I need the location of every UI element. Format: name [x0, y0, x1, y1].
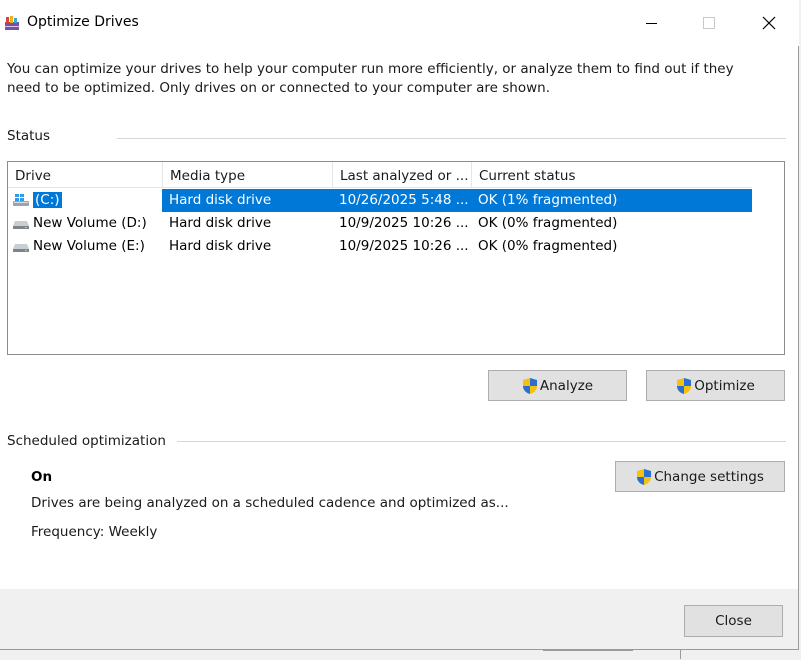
drive-name: New Volume (E:): [33, 238, 145, 254]
hard-drive-icon: [13, 221, 29, 229]
column-header-last-analyzed[interactable]: Last analyzed or ...: [332, 162, 471, 187]
current-status-cell: OK (0% fragmented): [478, 238, 618, 254]
drives-list-header: Drive Media type Last analyzed or ... Cu…: [8, 162, 752, 188]
column-header-current-status[interactable]: Current status: [471, 162, 752, 187]
close-window-button[interactable]: [740, 0, 798, 46]
uac-shield-icon: [677, 377, 692, 394]
close-label: Close: [715, 613, 752, 629]
schedule-divider: [177, 441, 786, 442]
drives-list[interactable]: Drive Media type Last analyzed or ... Cu…: [7, 161, 785, 355]
title-bar[interactable]: Optimize Drives: [0, 0, 799, 46]
status-group-label: Status: [7, 128, 51, 144]
drive-row-e[interactable]: New Volume (E:) Hard disk drive 10/9/202…: [8, 235, 752, 258]
drive-row-d[interactable]: New Volume (D:) Hard disk drive 10/9/202…: [8, 212, 752, 235]
intro-text: You can optimize your drives to help you…: [7, 61, 734, 96]
change-settings-label: Change settings: [654, 468, 764, 485]
column-header-drive[interactable]: Drive: [8, 162, 162, 187]
uac-shield-icon: [522, 377, 537, 394]
analyze-label: Analyze: [539, 377, 594, 394]
last-analyzed-cell: 10/9/2025 10:26 ...: [339, 238, 469, 254]
drive-name: New Volume (D:): [33, 215, 147, 231]
last-analyzed-cell: 10/26/2025 5:48 ...: [332, 189, 471, 212]
analyze-button[interactable]: Analyze: [488, 370, 627, 401]
status-divider: [117, 138, 786, 139]
close-icon: [762, 16, 776, 30]
maximize-button: [680, 0, 738, 46]
current-status-cell: OK (0% fragmented): [478, 215, 618, 231]
schedule-frequency: Frequency: Weekly: [31, 524, 158, 540]
drive-cell: New Volume (D:): [8, 212, 162, 235]
maximize-icon: [703, 17, 715, 29]
drive-cell: New Volume (E:): [8, 235, 162, 258]
schedule-state: On: [31, 469, 53, 485]
hard-drive-icon: [13, 244, 29, 252]
schedule-description: Drives are being analyzed on a scheduled…: [31, 495, 509, 511]
minimize-button[interactable]: [622, 0, 680, 46]
dialog-footer: [0, 589, 798, 649]
media-type-cell: Hard disk drive: [169, 238, 272, 254]
minimize-icon: [645, 22, 657, 24]
background-window-edge: [680, 650, 681, 659]
drive-cell: (C:): [8, 189, 162, 212]
last-analyzed-cell: 10/9/2025 10:26 ...: [339, 215, 469, 231]
windows-drive-icon: [13, 194, 29, 206]
uac-shield-icon: [637, 468, 652, 485]
optimize-drives-app-icon: [5, 16, 19, 30]
optimize-button[interactable]: Optimize: [646, 370, 785, 401]
drive-name: (C:): [33, 192, 62, 208]
optimize-label: Optimize: [694, 377, 755, 394]
media-type-cell: Hard disk drive: [169, 215, 272, 231]
optimize-drives-window: Optimize Drives You can optimize your dr…: [0, 0, 799, 650]
schedule-group-label: Scheduled optimization: [7, 433, 166, 449]
window-title: Optimize Drives: [27, 14, 139, 30]
column-header-media-type[interactable]: Media type: [162, 162, 332, 187]
current-status-cell: OK (1% fragmented): [471, 189, 752, 212]
drive-row-c[interactable]: (C:) Hard disk drive 10/26/2025 5:48 ...…: [8, 189, 752, 212]
media-type-cell: Hard disk drive: [162, 189, 332, 212]
close-button[interactable]: Close: [684, 605, 783, 637]
change-settings-button[interactable]: Change settings: [615, 461, 785, 492]
